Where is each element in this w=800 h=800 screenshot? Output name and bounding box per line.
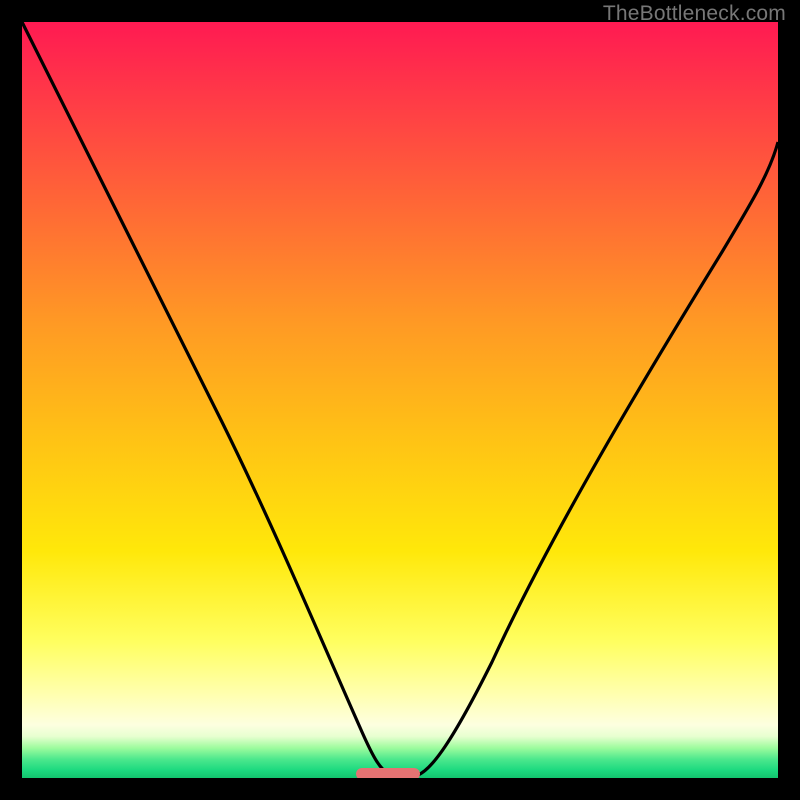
plot-area (22, 22, 778, 778)
watermark-text: TheBottleneck.com (603, 2, 786, 26)
bottleneck-curve (22, 22, 778, 778)
chart-frame: TheBottleneck.com (0, 0, 800, 800)
curve-path (22, 22, 778, 775)
optimal-marker (356, 768, 420, 778)
